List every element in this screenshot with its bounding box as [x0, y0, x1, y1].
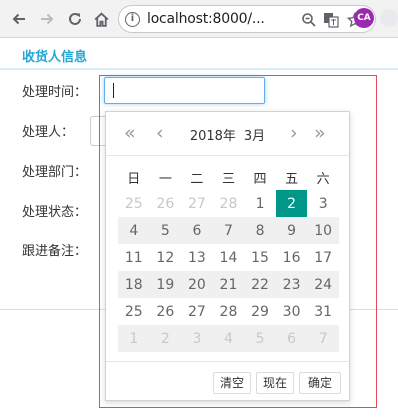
calendar-day[interactable]: 18 — [118, 271, 150, 298]
calendar-day-other-month[interactable]: 28 — [213, 190, 245, 217]
profile-avatar[interactable]: CA — [354, 8, 374, 28]
weekday-tue: 二 — [190, 171, 204, 187]
calendar-day[interactable]: 23 — [275, 271, 308, 298]
calendar-day[interactable]: 24 — [307, 271, 339, 298]
calendar-day[interactable]: 4 — [118, 217, 150, 244]
calendar-day[interactable]: 21 — [212, 271, 245, 298]
extension-icon[interactable] — [380, 9, 398, 27]
home-button[interactable] — [91, 9, 111, 29]
calendar-body: 25 26 27 28 1 2 3 4 5 6 7 8 9 10 11 12 13 14 15 16 17 18 19 20 2… — [118, 190, 339, 352]
calendar-day[interactable]: 7 — [212, 217, 245, 244]
calendar-day[interactable]: 31 — [307, 298, 339, 325]
label-department: 处理部门： — [22, 165, 88, 180]
clear-button[interactable]: 清空 — [213, 372, 251, 394]
calendar-day[interactable]: 29 — [244, 298, 276, 325]
zoom-out-icon[interactable] — [301, 12, 317, 28]
year-select[interactable]: 2018年 — [190, 129, 236, 144]
date-picker-title: 2018年 3月 — [106, 125, 349, 144]
calendar-day[interactable]: 8 — [244, 217, 276, 244]
weekday-mon: 一 — [158, 171, 172, 187]
calendar-week-row: 25 26 27 28 29 30 31 — [118, 298, 339, 325]
reload-button[interactable] — [65, 9, 85, 29]
calendar-day[interactable]: 30 — [276, 298, 308, 325]
calendar-week-row: 11 12 13 14 15 16 17 — [118, 244, 339, 271]
url-text: localhost:8000/... — [147, 11, 265, 27]
calendar-day[interactable]: 3 — [307, 190, 339, 217]
next-month-button[interactable]: › — [290, 122, 298, 144]
reload-icon — [69, 12, 81, 25]
section-title: 收货人信息 — [0, 48, 398, 70]
calendar-day[interactable]: 15 — [244, 244, 276, 271]
calendar-day-other-month[interactable]: 6 — [275, 325, 308, 352]
calendar-day[interactable]: 22 — [244, 271, 276, 298]
calendar-day[interactable]: 16 — [276, 244, 308, 271]
home-icon — [94, 11, 108, 27]
calendar-day-other-month[interactable]: 26 — [150, 190, 182, 217]
weekday-sat: 六 — [316, 171, 330, 187]
calendar-day-other-month[interactable]: 25 — [118, 190, 150, 217]
calendar-day-other-month[interactable]: 1 — [118, 325, 150, 352]
calendar-day-other-month[interactable]: 27 — [181, 190, 213, 217]
next-year-button[interactable]: » — [314, 122, 326, 144]
calendar-day[interactable]: 12 — [150, 244, 182, 271]
calendar-day-other-month[interactable]: 3 — [181, 325, 213, 352]
arrow-right-icon — [41, 13, 54, 25]
label-status: 处理状态： — [22, 205, 88, 220]
calendar-day[interactable]: 5 — [149, 217, 182, 244]
calendar-day[interactable]: 19 — [149, 271, 182, 298]
label-processor: 处理人： — [22, 125, 75, 140]
calendar-week-row: 18 19 20 21 22 23 24 — [118, 271, 339, 298]
calendar-day[interactable]: 11 — [118, 244, 150, 271]
confirm-button[interactable]: 确定 — [299, 372, 341, 394]
calendar-day[interactable]: 13 — [181, 244, 213, 271]
calendar-day[interactable]: 28 — [213, 298, 245, 325]
calendar-day[interactable]: 1 — [244, 190, 276, 217]
forward-button[interactable] — [37, 9, 57, 29]
calendar-grid: 日 一 二 三 四 五 六 25 26 27 28 1 2 3 4 5 6 7 8 9 10 11 12 13 1… — [118, 164, 339, 352]
calendar-day-selected[interactable]: 2 — [275, 190, 308, 217]
calendar-day[interactable]: 6 — [181, 217, 213, 244]
calendar-day-other-month[interactable]: 2 — [149, 325, 182, 352]
calendar-day[interactable]: 10 — [307, 217, 339, 244]
translate-icon[interactable] — [323, 12, 339, 28]
site-info-icon[interactable]: i — [125, 12, 140, 27]
date-picker-header: « ‹ 2018年 3月 › » — [106, 112, 349, 156]
label-process-time: 处理时间： — [22, 85, 88, 100]
calendar-day[interactable]: 17 — [307, 244, 339, 271]
calendar-week-row: 4 5 6 7 8 9 10 — [118, 217, 339, 244]
label-follow-note: 跟进备注： — [22, 244, 88, 259]
calendar-day[interactable]: 25 — [118, 298, 150, 325]
processor-input[interactable] — [90, 116, 106, 146]
date-picker: « ‹ 2018年 3月 › » 日 一 二 三 四 五 六 25 26 27 28 1 2… — [105, 111, 350, 401]
calendar-week-row: 1234567 — [118, 325, 339, 352]
calendar-day[interactable]: 26 — [150, 298, 182, 325]
now-button[interactable]: 现在 — [256, 372, 294, 394]
address-bar[interactable]: i localhost:8000/... — [118, 5, 376, 33]
back-button[interactable] — [9, 9, 29, 29]
date-picker-footer: 清空 现在 确定 — [106, 361, 349, 401]
month-select[interactable]: 3月 — [244, 129, 265, 144]
calendar-day[interactable]: 27 — [181, 298, 213, 325]
weekday-fri: 五 — [285, 171, 299, 187]
calendar-day[interactable]: 20 — [181, 271, 213, 298]
browser-toolbar: i localhost:8000/... CA — [0, 0, 398, 38]
arrow-left-icon — [12, 13, 25, 25]
text-caret — [113, 83, 114, 98]
weekday-wed: 三 — [221, 171, 235, 187]
weekday-sun: 日 — [127, 171, 141, 187]
weekday-thu: 四 — [253, 171, 267, 187]
calendar-day[interactable]: 14 — [213, 244, 245, 271]
calendar-day[interactable]: 9 — [275, 217, 308, 244]
process-time-input[interactable] — [104, 77, 265, 104]
calendar-week-row: 25 26 27 28 1 2 3 — [118, 190, 339, 217]
weekday-header-row: 日 一 二 三 四 五 六 — [118, 164, 339, 190]
calendar-day-other-month[interactable]: 7 — [307, 325, 339, 352]
calendar-day-other-month[interactable]: 5 — [244, 325, 276, 352]
calendar-day-other-month[interactable]: 4 — [212, 325, 245, 352]
